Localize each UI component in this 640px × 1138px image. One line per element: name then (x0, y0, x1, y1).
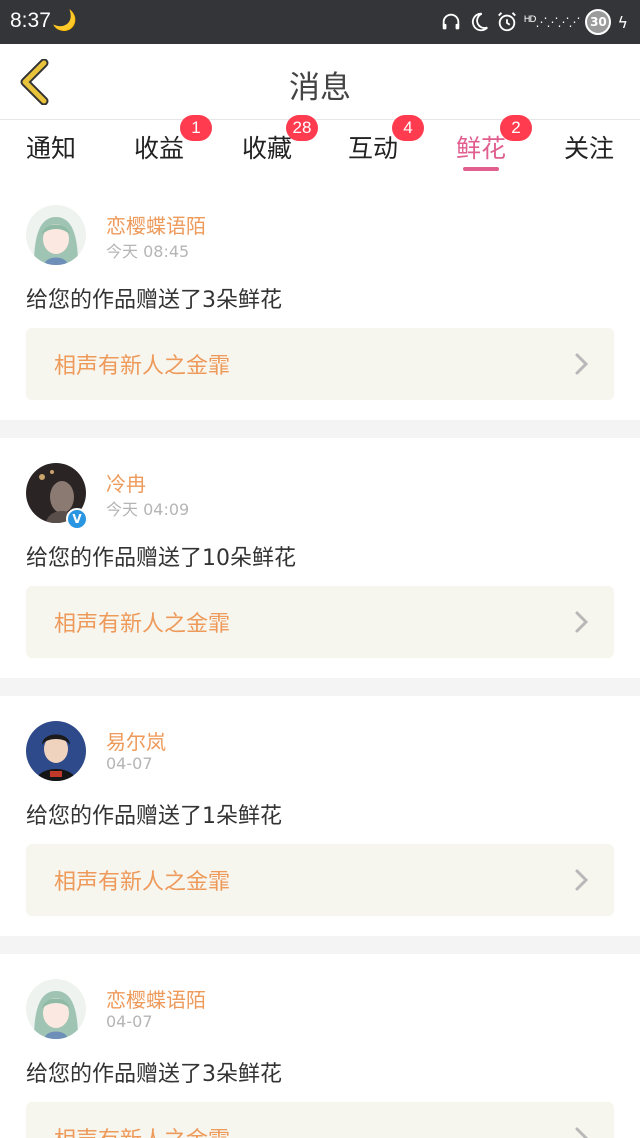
tab-badge: 28 (286, 115, 318, 141)
list-item: V 冷冉 今天 04:09 给您的作品赠送了10朵鲜花 相声有新人之金霏 (0, 438, 640, 678)
username[interactable]: 恋樱蝶语陌 (106, 210, 206, 239)
status-icons: HD⋰⋰⋰⋰ 30 ϟ (440, 8, 628, 36)
boy-photo-avatar-icon (26, 721, 86, 781)
title-bar: 消息 (0, 44, 640, 120)
tab-interactions[interactable]: 互动 4 (318, 115, 428, 179)
tab-label: 通知 (25, 134, 76, 163)
message-time: 04-07 (106, 754, 153, 773)
work-card[interactable]: 相声有新人之金霏 (26, 844, 614, 916)
list-item: 恋樱蝶语陌 04-07 给您的作品赠送了3朵鲜花 相声有新人之金霏 (0, 954, 640, 1138)
page-title: 消息 (289, 70, 351, 106)
tab-badge: 4 (392, 115, 424, 141)
anime-girl-avatar-icon (26, 205, 86, 265)
list-item: 恋樱蝶语陌 今天 08:45 给您的作品赠送了3朵鲜花 相声有新人之金霏 (0, 180, 640, 420)
avatar[interactable] (26, 205, 86, 265)
username[interactable]: 恋樱蝶语陌 (106, 984, 206, 1013)
work-card[interactable]: 相声有新人之金霏 (26, 586, 614, 658)
avatar[interactable] (26, 979, 86, 1039)
divider (0, 936, 640, 954)
chevron-right-icon (575, 353, 589, 375)
message-time: 今天 08:45 (106, 242, 190, 261)
work-title: 相声有新人之金霏 (54, 612, 231, 637)
username[interactable]: 冷冉 (106, 468, 146, 497)
divider (0, 420, 640, 438)
message-text: 给您的作品赠送了3朵鲜花 (26, 1062, 282, 1087)
tab-notifications[interactable]: 通知 (0, 121, 106, 179)
work-title: 相声有新人之金霏 (54, 354, 231, 379)
chevron-right-icon (575, 869, 589, 891)
verified-badge-icon: V (66, 508, 88, 530)
status-bar: 8:37 🌙 HD⋰⋰⋰⋰ 30 ϟ (0, 0, 640, 44)
anime-girl-avatar-icon (26, 979, 86, 1039)
avatar[interactable] (26, 721, 86, 781)
tab-earnings[interactable]: 收益 1 (104, 115, 214, 179)
work-title: 相声有新人之金霏 (54, 1122, 230, 1138)
tab-bar: 通知 收益 1 收藏 28 互动 4 鲜花 2 关注 (0, 115, 640, 179)
tab-label: 关注 (563, 134, 614, 163)
work-card[interactable]: 相声有新人之金霏 (26, 1102, 614, 1138)
headset-icon (440, 11, 462, 33)
tab-badge: 1 (180, 115, 212, 141)
charging-bolt-icon: ϟ (617, 12, 628, 32)
message-text: 给您的作品赠送了1朵鲜花 (26, 804, 282, 829)
message-text: 给您的作品赠送了10朵鲜花 (26, 546, 296, 571)
username[interactable]: 易尔岚 (106, 726, 166, 755)
message-text: 给您的作品赠送了3朵鲜花 (26, 288, 282, 313)
network-label: HD (523, 15, 537, 25)
work-title: 相声有新人之金霏 (54, 870, 231, 895)
active-tab-indicator (463, 167, 499, 171)
tab-follows[interactable]: 关注 (534, 121, 640, 179)
chevron-right-icon (575, 1127, 589, 1138)
moon-icon: 🌙 (52, 8, 77, 32)
battery-icon: 30 (585, 9, 612, 35)
status-time: 8:37 (10, 9, 51, 32)
do-not-disturb-moon-icon (468, 11, 490, 33)
chevron-right-icon (575, 611, 589, 633)
message-time: 04-07 (106, 1012, 153, 1031)
tab-flowers[interactable]: 鲜花 2 (426, 115, 536, 179)
signal-icon: HD⋰⋰⋰⋰ (523, 15, 581, 29)
message-list: 恋樱蝶语陌 今天 08:45 给您的作品赠送了3朵鲜花 相声有新人之金霏 V 冷… (0, 180, 640, 1138)
alarm-icon (496, 11, 518, 33)
battery-level: 30 (590, 15, 607, 29)
divider (0, 678, 640, 696)
tab-favorites[interactable]: 收藏 28 (212, 115, 322, 179)
work-card[interactable]: 相声有新人之金霏 (26, 328, 614, 400)
message-time: 今天 04:09 (106, 500, 190, 519)
list-item: 易尔岚 04-07 给您的作品赠送了1朵鲜花 相声有新人之金霏 (0, 696, 640, 936)
tab-badge: 2 (500, 115, 532, 141)
